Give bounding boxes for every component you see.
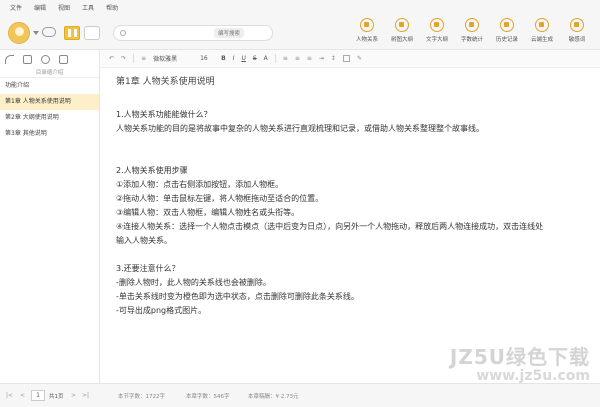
indent-icon[interactable]: ⇥ bbox=[319, 55, 324, 62]
tool-label: 树图大纲 bbox=[390, 37, 413, 43]
doc-line: 输入人物关系。 bbox=[116, 236, 172, 245]
tool-people-relations[interactable]: 人物关系 bbox=[352, 18, 382, 43]
tool-history[interactable]: 历史记录 bbox=[492, 18, 522, 43]
underline-icon[interactable]: U bbox=[241, 55, 245, 62]
line-spacing-icon[interactable]: ↕ bbox=[331, 55, 336, 62]
tool-sensitive-words[interactable]: 敏感词 bbox=[562, 18, 592, 43]
redo-icon[interactable]: ↷ bbox=[121, 55, 126, 62]
tool-label: 历史记录 bbox=[495, 37, 518, 43]
doc-line: 3.还要注意什么？ bbox=[116, 264, 180, 273]
font-size-select[interactable]: 16 bbox=[200, 55, 214, 62]
cloud-gen-icon bbox=[535, 18, 549, 32]
next-page-button[interactable]: > bbox=[71, 392, 76, 399]
tool-cloud-generate[interactable]: 云端生成 bbox=[527, 18, 557, 43]
outline-icon bbox=[430, 18, 444, 32]
sidebar-item-chapter3[interactable]: 第3章 其他说明 bbox=[0, 126, 99, 142]
prev-page-button[interactable]: < bbox=[20, 392, 25, 399]
format-brush-icon[interactable]: ✎ bbox=[357, 55, 362, 62]
watermark: JZ5U绿色下载 www.jz5u.com bbox=[450, 346, 590, 384]
sidebar-item-chapter1[interactable]: 第1章 人物关系使用说明 bbox=[0, 94, 99, 110]
doc-line: ④连接人物关系：选择一个人物点击模点（选中后变为日点），向另外一个人物拖动，释放… bbox=[116, 222, 544, 231]
search-icon bbox=[120, 30, 126, 36]
tool-tree-outline[interactable]: 树图大纲 bbox=[387, 18, 417, 43]
last-page-button[interactable]: >| bbox=[82, 392, 89, 399]
table-icon[interactable] bbox=[342, 55, 350, 62]
tool-label: 文字大纲 bbox=[425, 37, 448, 43]
doc-line: ②拖动人物：单击鼠标左键，将人物框拖动至适合的位置。 bbox=[116, 194, 324, 203]
italic-button[interactable]: I bbox=[233, 55, 235, 62]
settings-icon[interactable] bbox=[41, 54, 50, 64]
add-chapter-icon[interactable] bbox=[23, 54, 32, 64]
menu-bar: 文件 编辑 视图 工具 帮助 bbox=[0, 0, 600, 14]
page-total: 共1页 bbox=[49, 394, 64, 400]
watermark-logo: JZ5U绿色下载 bbox=[449, 345, 590, 369]
doc-line: -删除人物时，此人物的关系线也会被删除。 bbox=[116, 278, 271, 287]
search-scope-tag[interactable]: 编写搜索 bbox=[214, 28, 245, 38]
chapter-sidebar: 目录缩介绍 功能介绍 第1章 人物关系使用说明 第2章 大纲使用说明 第3章 其… bbox=[0, 50, 100, 383]
align-center-icon[interactable]: ≡ bbox=[295, 55, 300, 62]
menu-view[interactable]: 视图 bbox=[58, 3, 70, 12]
tool-label: 敏感词 bbox=[568, 37, 586, 43]
section-word-count: 本节字数：1722字 bbox=[118, 394, 165, 400]
font-select[interactable]: 微软雅黑 bbox=[153, 54, 193, 63]
sidebar-item-chapter2[interactable]: 第2章 大纲使用说明 bbox=[0, 110, 99, 126]
status-bar: |< < 1 共1页 > >| 本节字数：1722字 本章字数：546字 本章稿… bbox=[0, 383, 600, 407]
divider bbox=[274, 54, 276, 63]
main-toolbar: 编写搜索 人物关系 树图大纲 文字大纲 字数统计 历史记录 云端生成 敏感词 bbox=[0, 14, 600, 50]
doc-line: 人物关系功能的目的是将故事中复杂的人物关系进行直观梳理和记录，或借助人物关系整理… bbox=[116, 124, 484, 133]
strikethrough-icon[interactable]: S bbox=[253, 55, 257, 62]
doc-line: 1.人物关系功能能做什么？ bbox=[116, 110, 212, 119]
chapter-title: 第1章 人物关系使用说明 bbox=[116, 77, 215, 87]
tool-label: 云端生成 bbox=[530, 37, 553, 43]
menu-file[interactable]: 文件 bbox=[10, 3, 22, 12]
tool-label: 人物关系 bbox=[355, 37, 378, 43]
page-input[interactable]: 1 bbox=[31, 390, 45, 401]
tool-label: 字数统计 bbox=[460, 37, 483, 43]
count-icon bbox=[465, 18, 479, 32]
delete-icon[interactable] bbox=[59, 54, 68, 64]
align-right-icon[interactable]: ≡ bbox=[307, 55, 312, 62]
doc-line: -可导出成png格式图片。 bbox=[116, 306, 207, 315]
sensitive-icon bbox=[570, 18, 584, 32]
history-icon bbox=[500, 18, 514, 32]
avatar[interactable] bbox=[8, 22, 30, 44]
bold-button[interactable]: B bbox=[221, 55, 226, 62]
align-left-icon[interactable]: ≡ bbox=[283, 55, 288, 62]
doc-line: ①添加人物：点击右侧添加按钮，添加人物框。 bbox=[116, 180, 284, 189]
menu-edit[interactable]: 编辑 bbox=[34, 3, 46, 12]
undo-icon[interactable]: ↶ bbox=[109, 55, 114, 62]
undo-icon[interactable] bbox=[5, 54, 14, 64]
people-icon bbox=[360, 18, 374, 32]
tool-word-count[interactable]: 字数统计 bbox=[457, 18, 487, 43]
paragraph-icon[interactable]: ≡ bbox=[141, 55, 146, 62]
view-switcher bbox=[64, 26, 100, 40]
split-view-button[interactable] bbox=[64, 26, 80, 40]
first-page-button[interactable]: |< bbox=[6, 392, 13, 399]
watermark-url: www.jz5u.com bbox=[476, 368, 590, 384]
sidebar-toolbar bbox=[0, 50, 99, 68]
menu-tools[interactable]: 工具 bbox=[82, 3, 94, 12]
doc-line: ③编辑人物：双击人物框，编辑人物姓名或头衔等。 bbox=[116, 208, 300, 217]
tree-icon bbox=[395, 18, 409, 32]
chevron-down-icon[interactable] bbox=[33, 31, 39, 35]
sidebar-item-intro[interactable]: 功能介绍 bbox=[0, 78, 99, 94]
chapter-payment: 本章稿酬：¥ 2.73元 bbox=[248, 394, 299, 400]
tool-buttons: 人物关系 树图大纲 文字大纲 字数统计 历史记录 云端生成 敏感词 bbox=[352, 18, 592, 43]
divider bbox=[133, 54, 135, 63]
cloud-icon[interactable] bbox=[42, 27, 56, 37]
tool-text-outline[interactable]: 文字大纲 bbox=[422, 18, 452, 43]
doc-line: -单击关系线时变为橙色即为选中状态，点击删除可删除此条关系线。 bbox=[116, 292, 359, 301]
doc-line: 2.人物关系使用步骤 bbox=[116, 166, 188, 175]
font-color-icon[interactable]: A bbox=[264, 55, 268, 62]
book-view-button[interactable] bbox=[84, 26, 100, 40]
menu-help[interactable]: 帮助 bbox=[106, 3, 118, 12]
chapter-word-count: 本章字数：546字 bbox=[186, 394, 230, 400]
search-box[interactable]: 编写搜索 bbox=[113, 25, 273, 41]
format-toolbar: ↶ ↷ ≡ 微软雅黑 16 B I U S A ≡ ≡ ≡ ⇥ ↕ ✎ bbox=[101, 50, 600, 68]
sidebar-subtitle: 目录缩介绍 bbox=[0, 68, 99, 78]
